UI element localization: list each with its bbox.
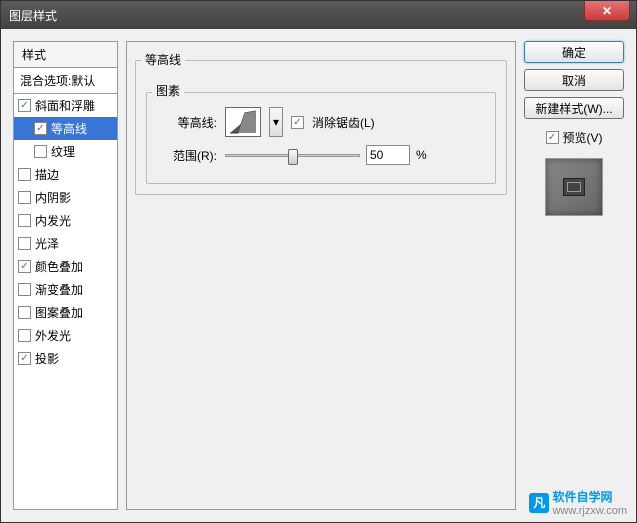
- titlebar: 图层样式 ✕: [1, 1, 636, 29]
- chevron-down-icon: ▾: [273, 115, 279, 129]
- style-checkbox[interactable]: [18, 329, 31, 342]
- contour-picker[interactable]: [225, 107, 261, 137]
- style-item-label: 等高线: [51, 120, 87, 137]
- style-item-label: 光泽: [35, 235, 59, 252]
- style-item[interactable]: 内发光: [14, 209, 117, 232]
- style-item[interactable]: 图案叠加: [14, 301, 117, 324]
- style-item[interactable]: 内阴影: [14, 186, 117, 209]
- preview-label: 预览(V): [563, 129, 603, 146]
- style-item[interactable]: 斜面和浮雕: [14, 94, 117, 117]
- styles-panel: 样式 混合选项:默认 斜面和浮雕等高线纹理描边内阴影内发光光泽颜色叠加渐变叠加图…: [13, 41, 118, 510]
- contour-dropdown[interactable]: ▾: [269, 107, 283, 137]
- preview-icon: [563, 178, 585, 196]
- style-checkbox[interactable]: [18, 237, 31, 250]
- style-checkbox[interactable]: [34, 145, 47, 158]
- style-item[interactable]: 外发光: [14, 324, 117, 347]
- style-item[interactable]: 颜色叠加: [14, 255, 117, 278]
- preview-thumbnail: [545, 158, 603, 216]
- antialias-label: 消除锯齿(L): [312, 114, 375, 131]
- range-label: 范围(R):: [157, 147, 217, 164]
- group-contour-label: 等高线: [141, 51, 185, 68]
- watermark-url: www.rjzxw.com: [552, 505, 627, 517]
- style-item[interactable]: 描边: [14, 163, 117, 186]
- style-item-label: 斜面和浮雕: [35, 97, 95, 114]
- antialias-checkbox[interactable]: [291, 116, 304, 129]
- ok-button[interactable]: 确定: [524, 41, 624, 63]
- style-item[interactable]: 渐变叠加: [14, 278, 117, 301]
- titlebar-buttons: ✕: [584, 1, 636, 29]
- style-checkbox[interactable]: [18, 260, 31, 273]
- style-checkbox[interactable]: [18, 352, 31, 365]
- style-item[interactable]: 投影: [14, 347, 117, 370]
- style-item-label: 纹理: [51, 143, 75, 160]
- style-item-label: 投影: [35, 350, 59, 367]
- watermark-brand: 软件自学网: [552, 488, 627, 505]
- new-style-button[interactable]: 新建样式(W)...: [524, 97, 624, 119]
- style-item-label: 内阴影: [35, 189, 71, 206]
- preview-checkbox[interactable]: [546, 131, 559, 144]
- cancel-button[interactable]: 取消: [524, 69, 624, 91]
- style-item-label: 渐变叠加: [35, 281, 83, 298]
- contour-curve-icon: [228, 109, 258, 135]
- range-slider[interactable]: [225, 154, 360, 157]
- range-unit: %: [416, 148, 427, 162]
- style-checkbox[interactable]: [18, 306, 31, 319]
- style-item-label: 颜色叠加: [35, 258, 83, 275]
- style-checkbox[interactable]: [34, 122, 47, 135]
- watermark-logo-icon: 凡: [529, 493, 549, 513]
- range-input[interactable]: [366, 145, 410, 165]
- window-title: 图层样式: [9, 7, 57, 24]
- style-item-label: 描边: [35, 166, 59, 183]
- style-item[interactable]: 等高线: [14, 117, 117, 140]
- watermark: 凡 软件自学网 www.rjzxw.com: [529, 488, 627, 517]
- layer-style-dialog: 图层样式 ✕ 样式 混合选项:默认 斜面和浮雕等高线纹理描边内阴影内发光光泽颜色…: [0, 0, 637, 523]
- action-panel: 确定 取消 新建样式(W)... 预览(V): [524, 41, 624, 510]
- blending-options[interactable]: 混合选项:默认: [13, 68, 118, 94]
- style-item-label: 图案叠加: [35, 304, 83, 321]
- style-checkbox[interactable]: [18, 99, 31, 112]
- close-button[interactable]: ✕: [584, 1, 630, 21]
- style-checkbox[interactable]: [18, 214, 31, 227]
- styles-header: 样式: [13, 41, 118, 68]
- contour-label: 等高线:: [157, 114, 217, 131]
- settings-panel: 等高线 图素 等高线:: [126, 41, 516, 510]
- elements-label: 图素: [152, 82, 184, 99]
- close-icon: ✕: [602, 4, 612, 18]
- style-item[interactable]: 光泽: [14, 232, 117, 255]
- style-list: 斜面和浮雕等高线纹理描边内阴影内发光光泽颜色叠加渐变叠加图案叠加外发光投影: [13, 94, 118, 510]
- style-checkbox[interactable]: [18, 191, 31, 204]
- style-checkbox[interactable]: [18, 283, 31, 296]
- style-item-label: 内发光: [35, 212, 71, 229]
- style-checkbox[interactable]: [18, 168, 31, 181]
- slider-thumb[interactable]: [288, 149, 298, 165]
- style-item-label: 外发光: [35, 327, 71, 344]
- dialog-content: 样式 混合选项:默认 斜面和浮雕等高线纹理描边内阴影内发光光泽颜色叠加渐变叠加图…: [1, 29, 636, 522]
- style-item[interactable]: 纹理: [14, 140, 117, 163]
